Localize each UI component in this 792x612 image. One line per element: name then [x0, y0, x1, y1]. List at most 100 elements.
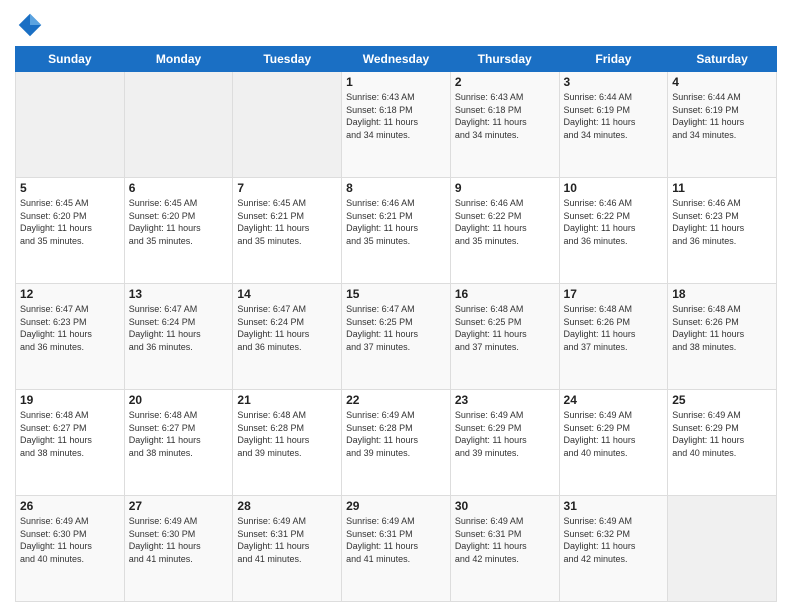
day-info: Sunrise: 6:46 AM Sunset: 6:22 PM Dayligh… — [564, 197, 664, 247]
day-info: Sunrise: 6:46 AM Sunset: 6:21 PM Dayligh… — [346, 197, 446, 247]
table-row: 2 Sunrise: 6:43 AM Sunset: 6:18 PM Daylig… — [450, 72, 559, 178]
table-row: 10 Sunrise: 6:46 AM Sunset: 6:22 PM Dayli… — [559, 178, 668, 284]
day-number: 9 — [455, 181, 555, 195]
table-row: 30 Sunrise: 6:49 AM Sunset: 6:31 PM Dayli… — [450, 496, 559, 602]
calendar-header-row: Sunday Monday Tuesday Wednesday Thursday… — [16, 47, 777, 72]
day-info: Sunrise: 6:49 AM Sunset: 6:31 PM Dayligh… — [346, 515, 446, 565]
table-row: 19Sunrise: 6:48 AM Sunset: 6:27 PM Dayli… — [16, 390, 125, 496]
table-row — [233, 72, 342, 178]
day-number: 28 — [237, 499, 337, 513]
table-row — [16, 72, 125, 178]
day-info: Sunrise: 6:45 AM Sunset: 6:21 PM Dayligh… — [237, 197, 337, 247]
day-info: Sunrise: 6:49 AM Sunset: 6:31 PM Dayligh… — [455, 515, 555, 565]
day-info: Sunrise: 6:49 AM Sunset: 6:30 PM Dayligh… — [20, 515, 120, 565]
table-row: 31Sunrise: 6:49 AM Sunset: 6:32 PM Dayli… — [559, 496, 668, 602]
page: Sunday Monday Tuesday Wednesday Thursday… — [0, 0, 792, 612]
day-info: Sunrise: 6:43 AM Sunset: 6:18 PM Dayligh… — [346, 91, 446, 141]
day-number: 2 — [455, 75, 555, 89]
table-row: 3 Sunrise: 6:44 AM Sunset: 6:19 PM Daylig… — [559, 72, 668, 178]
day-info: Sunrise: 6:47 AM Sunset: 6:24 PM Dayligh… — [129, 303, 229, 353]
day-info: Sunrise: 6:47 AM Sunset: 6:23 PM Dayligh… — [20, 303, 120, 353]
table-row: 27 Sunrise: 6:49 AM Sunset: 6:30 PM Dayli… — [124, 496, 233, 602]
day-number: 10 — [564, 181, 664, 195]
day-info: Sunrise: 6:44 AM Sunset: 6:19 PM Dayligh… — [564, 91, 664, 141]
day-info: Sunrise: 6:49 AM Sunset: 6:29 PM Dayligh… — [564, 409, 664, 459]
day-info: Sunrise: 6:49 AM Sunset: 6:29 PM Dayligh… — [672, 409, 772, 459]
day-number: 26 — [20, 499, 120, 513]
day-number: 8 — [346, 181, 446, 195]
logo — [15, 10, 49, 40]
calendar-week-row: 12 Sunrise: 6:47 AM Sunset: 6:23 PM Dayli… — [16, 284, 777, 390]
day-info: Sunrise: 6:47 AM Sunset: 6:25 PM Dayligh… — [346, 303, 446, 353]
day-number: 15 — [346, 287, 446, 301]
table-row: 18Sunrise: 6:48 AM Sunset: 6:26 PM Dayli… — [668, 284, 777, 390]
day-number: 25 — [672, 393, 772, 407]
table-row: 15 Sunrise: 6:47 AM Sunset: 6:25 PM Dayli… — [342, 284, 451, 390]
day-info: Sunrise: 6:49 AM Sunset: 6:30 PM Dayligh… — [129, 515, 229, 565]
day-number: 5 — [20, 181, 120, 195]
day-info: Sunrise: 6:48 AM Sunset: 6:26 PM Dayligh… — [672, 303, 772, 353]
table-row: 8 Sunrise: 6:46 AM Sunset: 6:21 PM Daylig… — [342, 178, 451, 284]
day-info: Sunrise: 6:48 AM Sunset: 6:25 PM Dayligh… — [455, 303, 555, 353]
calendar-week-row: 1 Sunrise: 6:43 AM Sunset: 6:18 PM Daylig… — [16, 72, 777, 178]
table-row: 11 Sunrise: 6:46 AM Sunset: 6:23 PM Dayli… — [668, 178, 777, 284]
day-info: Sunrise: 6:49 AM Sunset: 6:31 PM Dayligh… — [237, 515, 337, 565]
table-row: 6 Sunrise: 6:45 AM Sunset: 6:20 PM Daylig… — [124, 178, 233, 284]
day-number: 30 — [455, 499, 555, 513]
col-friday: Friday — [559, 47, 668, 72]
col-tuesday: Tuesday — [233, 47, 342, 72]
day-number: 11 — [672, 181, 772, 195]
col-monday: Monday — [124, 47, 233, 72]
day-number: 4 — [672, 75, 772, 89]
day-number: 12 — [20, 287, 120, 301]
table-row: 28 Sunrise: 6:49 AM Sunset: 6:31 PM Dayli… — [233, 496, 342, 602]
day-number: 21 — [237, 393, 337, 407]
day-number: 23 — [455, 393, 555, 407]
header — [15, 10, 777, 40]
day-number: 1 — [346, 75, 446, 89]
table-row: 1 Sunrise: 6:43 AM Sunset: 6:18 PM Daylig… — [342, 72, 451, 178]
calendar-week-row: 19 Sunrise: 6:48 AM Sunset: 6:27 PM Dayli… — [16, 390, 777, 496]
table-row: 25 Sunrise: 6:49 AM Sunset: 6:29 PM Dayli… — [668, 390, 777, 496]
day-info: Sunrise: 6:48 AM Sunset: 6:26 PM Dayligh… — [564, 303, 664, 353]
day-info: Sunrise: 6:49 AM Sunset: 6:28 PM Dayligh… — [346, 409, 446, 459]
day-number: 6 — [129, 181, 229, 195]
day-number: 19 — [20, 393, 120, 407]
day-info: Sunrise: 6:46 AM Sunset: 6:23 PM Dayligh… — [672, 197, 772, 247]
day-number: 16 — [455, 287, 555, 301]
table-row: 5 Sunrise: 6:45 AM Sunset: 6:20 PM Daylig… — [16, 178, 125, 284]
calendar-table: Sunday Monday Tuesday Wednesday Thursday… — [15, 46, 777, 602]
calendar-week-row: 26 Sunrise: 6:49 AM Sunset: 6:30 PM Dayli… — [16, 496, 777, 602]
col-sunday: Sunday — [16, 47, 125, 72]
table-row — [668, 496, 777, 602]
table-row: 29 Sunrise: 6:49 AM Sunset: 6:31 PM Dayli… — [342, 496, 451, 602]
table-row: 4 Sunrise: 6:44 AM Sunset: 6:19 PM Daylig… — [668, 72, 777, 178]
day-number: 7 — [237, 181, 337, 195]
col-wednesday: Wednesday — [342, 47, 451, 72]
day-info: Sunrise: 6:48 AM Sunset: 6:27 PM Dayligh… — [129, 409, 229, 459]
day-info: Sunrise: 6:45 AM Sunset: 6:20 PM Dayligh… — [20, 197, 120, 247]
table-row: 20 Sunrise: 6:48 AM Sunset: 6:27 PM Dayli… — [124, 390, 233, 496]
day-info: Sunrise: 6:46 AM Sunset: 6:22 PM Dayligh… — [455, 197, 555, 247]
day-number: 24 — [564, 393, 664, 407]
table-row: 24 Sunrise: 6:49 AM Sunset: 6:29 PM Dayli… — [559, 390, 668, 496]
day-info: Sunrise: 6:47 AM Sunset: 6:24 PM Dayligh… — [237, 303, 337, 353]
day-info: Sunrise: 6:43 AM Sunset: 6:18 PM Dayligh… — [455, 91, 555, 141]
day-info: Sunrise: 6:45 AM Sunset: 6:20 PM Dayligh… — [129, 197, 229, 247]
table-row: 22Sunrise: 6:49 AM Sunset: 6:28 PM Dayli… — [342, 390, 451, 496]
table-row: 12 Sunrise: 6:47 AM Sunset: 6:23 PM Dayli… — [16, 284, 125, 390]
col-thursday: Thursday — [450, 47, 559, 72]
day-number: 3 — [564, 75, 664, 89]
table-row: 23Sunrise: 6:49 AM Sunset: 6:29 PM Dayli… — [450, 390, 559, 496]
day-number: 20 — [129, 393, 229, 407]
day-number: 31 — [564, 499, 664, 513]
table-row: 26 Sunrise: 6:49 AM Sunset: 6:30 PM Dayli… — [16, 496, 125, 602]
day-number: 14 — [237, 287, 337, 301]
day-number: 27 — [129, 499, 229, 513]
table-row: 16 Sunrise: 6:48 AM Sunset: 6:25 PM Dayli… — [450, 284, 559, 390]
day-info: Sunrise: 6:44 AM Sunset: 6:19 PM Dayligh… — [672, 91, 772, 141]
day-number: 29 — [346, 499, 446, 513]
day-info: Sunrise: 6:48 AM Sunset: 6:28 PM Dayligh… — [237, 409, 337, 459]
table-row — [124, 72, 233, 178]
table-row: 7 Sunrise: 6:45 AM Sunset: 6:21 PM Daylig… — [233, 178, 342, 284]
